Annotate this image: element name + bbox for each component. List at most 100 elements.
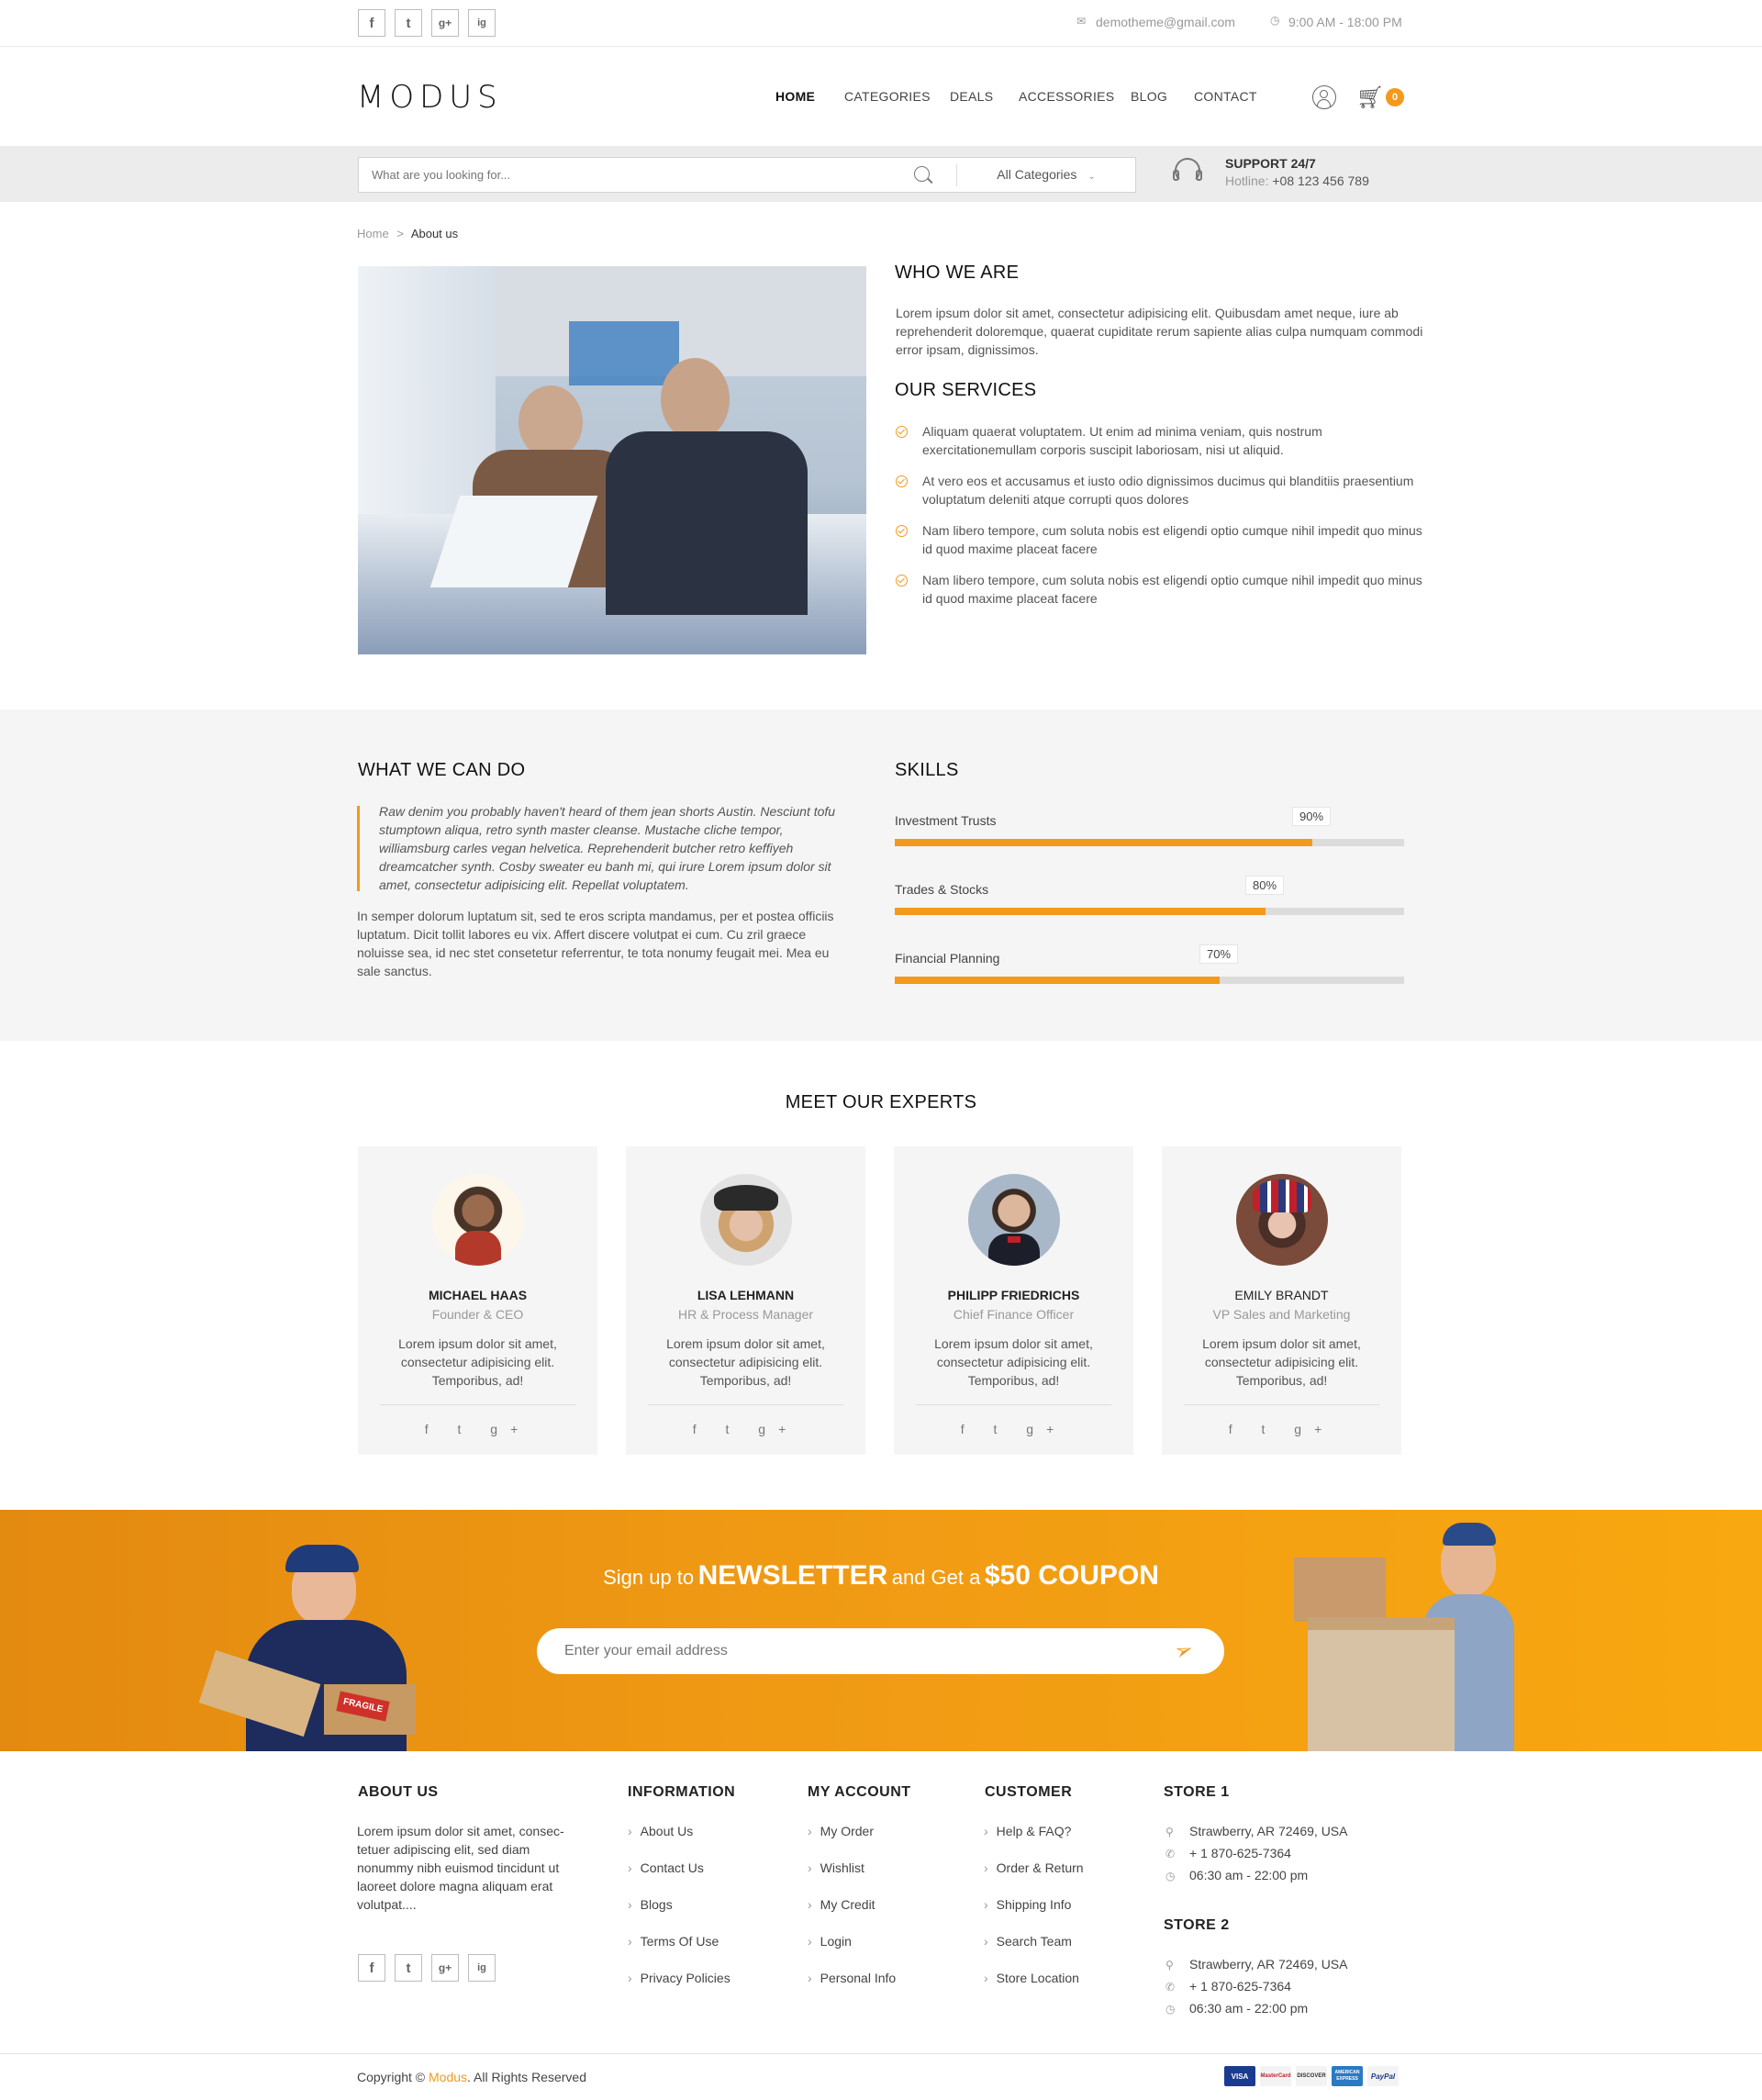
- copyright: Copyright © Modus. All Rights Reserved: [357, 2070, 586, 2084]
- category-select[interactable]: All Categories ⌄: [957, 158, 1135, 192]
- skill-percent-label: 80%: [1245, 876, 1285, 895]
- skill-progress-fill: [895, 839, 1312, 846]
- mastercard-icon: MasterCard: [1260, 2066, 1291, 2086]
- facebook-icon[interactable]: f: [358, 1954, 385, 1982]
- check-icon: [896, 575, 908, 586]
- expert-social-icons[interactable]: f t g+: [894, 1422, 1133, 1436]
- who-we-are-text: Lorem ipsum dolor sit amet, consectetur …: [896, 306, 1423, 357]
- nav-categories[interactable]: CATEGORIES: [844, 89, 931, 104]
- footer-link-login[interactable]: Login: [808, 1934, 852, 1949]
- nav-accessories[interactable]: ACCESSORIES: [1019, 89, 1114, 104]
- footer-link-personal-info[interactable]: Personal Info: [808, 1971, 897, 1985]
- about-image: [358, 266, 866, 654]
- what-we-do-section: [0, 709, 1762, 1041]
- avatar: [432, 1174, 524, 1266]
- expert-social-icons[interactable]: f t g+: [358, 1422, 597, 1436]
- clock-icon: ◷: [1165, 2003, 1176, 2016]
- nav-deals[interactable]: DEALS: [950, 89, 993, 104]
- footer-link-blogs[interactable]: Blogs: [628, 1897, 673, 1912]
- store2-phone[interactable]: + 1 870-625-7364: [1189, 1979, 1291, 1994]
- instagram-icon[interactable]: ig: [468, 1954, 496, 1982]
- cart-count-badge: 0: [1386, 88, 1404, 106]
- google-plus-icon[interactable]: g+: [431, 9, 459, 37]
- user-icon[interactable]: [1312, 85, 1336, 109]
- footer-link-my-credit[interactable]: My Credit: [808, 1897, 875, 1912]
- copyright-brand-link[interactable]: Modus: [429, 2070, 467, 2084]
- skill-progress-bar: [895, 839, 1404, 846]
- google-plus-icon[interactable]: g+: [431, 1954, 459, 1982]
- expert-social-icons[interactable]: f t g+: [1162, 1422, 1401, 1436]
- check-icon: [896, 525, 908, 537]
- footer-link-store-location[interactable]: Store Location: [984, 1971, 1079, 1985]
- expert-role: Chief Finance Officer: [953, 1307, 1075, 1322]
- hotline-number[interactable]: +08 123 456 789: [1272, 173, 1369, 188]
- expert-role: Founder & CEO: [431, 1307, 524, 1322]
- location-pin-icon: ⚲: [1165, 1959, 1174, 1972]
- discover-icon: DISCOVER: [1296, 2066, 1327, 2086]
- store1-phone[interactable]: + 1 870-625-7364: [1189, 1846, 1291, 1860]
- search-input[interactable]: [359, 158, 909, 192]
- headset-icon: [1173, 158, 1202, 189]
- visa-icon: VISA: [1224, 2066, 1255, 2086]
- skill-percent-label: 90%: [1292, 807, 1332, 826]
- footer-link-about[interactable]: About Us: [628, 1824, 694, 1838]
- footer-link-terms[interactable]: Terms Of Use: [628, 1934, 719, 1949]
- footer-link-order-return[interactable]: Order & Return: [984, 1860, 1084, 1875]
- twitter-icon[interactable]: t: [395, 1954, 422, 1982]
- avatar: [700, 1174, 792, 1266]
- quote-bar: [357, 806, 360, 891]
- footer-about-text: Lorem ipsum dolor sit amet, consec- tetu…: [357, 1824, 564, 1912]
- skill-progress-fill: [895, 908, 1266, 915]
- location-pin-icon: ⚲: [1165, 1826, 1174, 1838]
- what-we-do-text: In semper dolorum luptatum sit, sed te e…: [357, 909, 834, 978]
- footer-link-help[interactable]: Help & FAQ?: [984, 1824, 1072, 1838]
- send-icon[interactable]: ➢: [1171, 1635, 1198, 1666]
- skill-percent-label: 70%: [1199, 944, 1239, 964]
- avatar: [968, 1174, 1060, 1266]
- expert-card: PHILIPP FRIEDRICHS Chief Finance Officer…: [894, 1146, 1133, 1455]
- phone-icon: ✆: [1165, 1848, 1176, 1860]
- expert-role: VP Sales and Marketing: [1212, 1307, 1351, 1322]
- service-item: Aliquam quaerat voluptatem. Ut enim ad m…: [922, 424, 1322, 457]
- facebook-icon[interactable]: f: [358, 9, 385, 37]
- top-bar: f t g+ ig ✉ demotheme@gmail.com ◷ 9:00 A…: [0, 0, 1762, 47]
- what-we-do-title: WHAT WE CAN DO: [358, 760, 526, 780]
- footer-link-contact[interactable]: Contact Us: [628, 1860, 704, 1875]
- expert-name: MICHAEL HAAS: [428, 1288, 528, 1302]
- skill-label: Trades & Stocks: [895, 882, 989, 897]
- category-select-value: All Categories: [997, 167, 1077, 182]
- footer-link-wishlist[interactable]: Wishlist: [808, 1860, 864, 1875]
- expert-role: HR & Process Manager: [677, 1307, 814, 1322]
- nav-home[interactable]: HOME: [775, 89, 815, 104]
- newsletter-email-input[interactable]: [564, 1628, 1152, 1674]
- nav-blog[interactable]: BLOG: [1131, 89, 1167, 104]
- logo[interactable]: MODUS: [357, 79, 503, 116]
- cart-icon[interactable]: 🛒︎: [1356, 84, 1384, 111]
- footer-link-shipping[interactable]: Shipping Info: [984, 1897, 1072, 1912]
- search-icon[interactable]: [914, 166, 933, 184]
- instagram-icon[interactable]: ig: [468, 9, 496, 37]
- delivery-woman-image: [1285, 1521, 1523, 1751]
- footer-store1-title: STORE 1: [1164, 1784, 1230, 1800]
- who-we-are-title: WHO WE ARE: [895, 262, 1020, 283]
- expert-social-icons[interactable]: f t g+: [626, 1422, 865, 1436]
- twitter-icon[interactable]: t: [395, 9, 422, 37]
- footer-store2-title: STORE 2: [1164, 1917, 1230, 1933]
- footer-customer-title: CUSTOMER: [985, 1784, 1073, 1800]
- footer-account-title: MY ACCOUNT: [808, 1784, 911, 1800]
- footer-link-search-team[interactable]: Search Team: [984, 1934, 1072, 1949]
- service-item: At vero eos et accusamus et iusto odio d…: [922, 474, 1414, 507]
- amex-icon: AMERICAN EXPRESS: [1332, 2066, 1363, 2086]
- service-item: Nam libero tempore, cum soluta nobis est…: [922, 523, 1422, 556]
- avatar: [1236, 1174, 1328, 1266]
- footer-link-my-order[interactable]: My Order: [808, 1824, 874, 1838]
- breadcrumb-home[interactable]: Home: [357, 227, 389, 240]
- search-box: All Categories ⌄: [358, 157, 1136, 193]
- chevron-down-icon: ⌄: [1087, 172, 1096, 182]
- experts-title: MEET OUR EXPERTS: [785, 1092, 977, 1112]
- nav-contact[interactable]: CONTACT: [1194, 89, 1257, 104]
- footer-link-privacy[interactable]: Privacy Policies: [628, 1971, 730, 1985]
- store2-hours: 06:30 am - 22:00 pm: [1189, 2001, 1309, 2016]
- topbar-email[interactable]: demotheme@gmail.com: [1096, 15, 1235, 29]
- mail-icon: ✉: [1076, 15, 1087, 28]
